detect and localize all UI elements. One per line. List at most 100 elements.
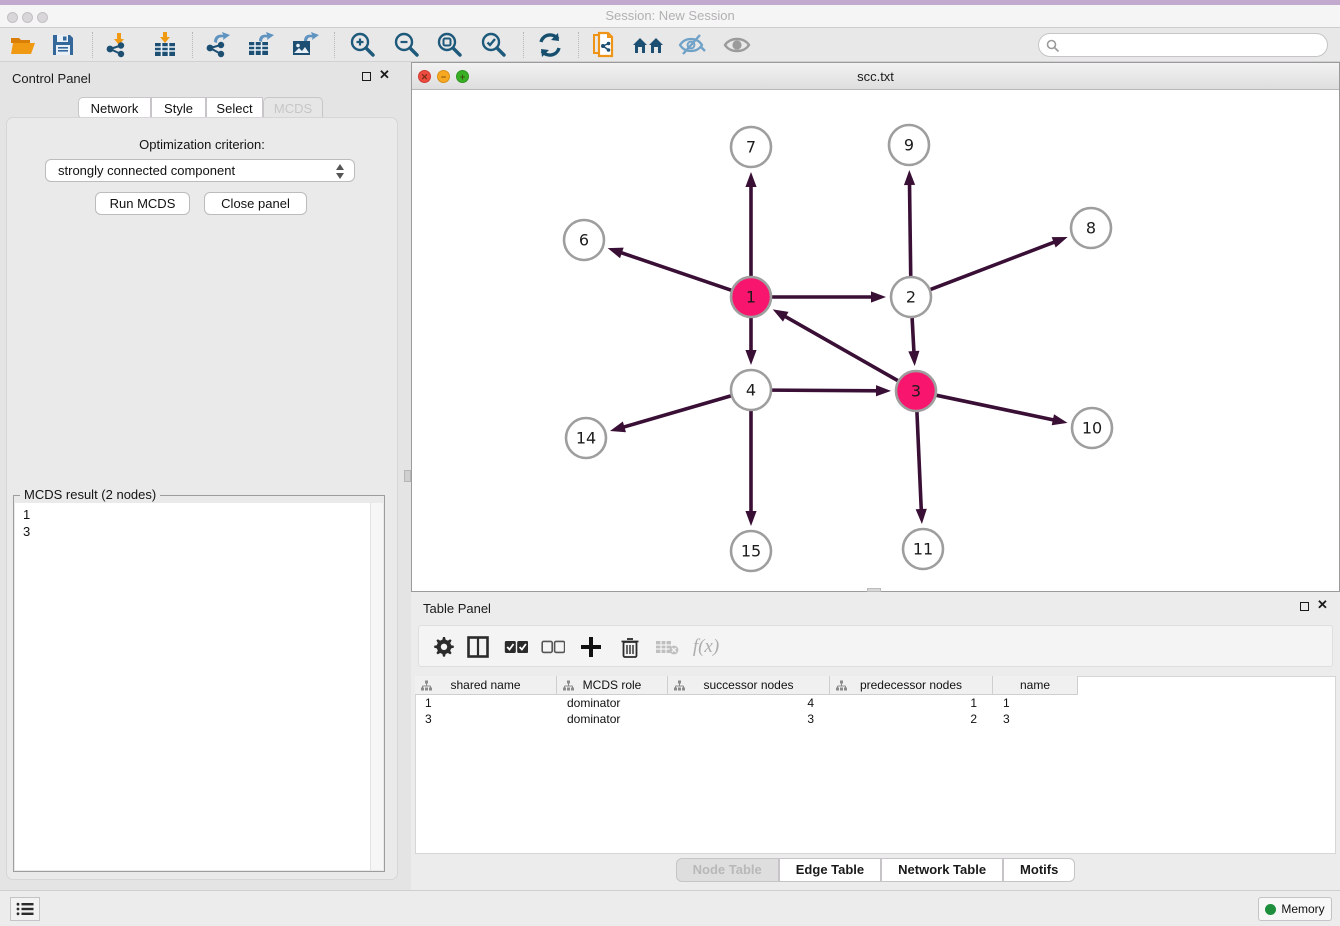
zoom-fit-button[interactable] (432, 31, 466, 59)
mcds-panel: Optimization criterion: strongly connect… (6, 117, 398, 880)
memory-label: Memory (1281, 902, 1324, 916)
tab-motifs[interactable]: Motifs (1003, 858, 1075, 882)
cell-successor-nodes[interactable]: 4 (668, 695, 830, 711)
tab-style[interactable]: Style (151, 97, 206, 119)
mcds-result-item[interactable]: 3 (15, 523, 383, 540)
zoom-selected-button[interactable] (476, 31, 510, 59)
divider-grip[interactable] (404, 470, 411, 482)
edge-1-6[interactable] (618, 252, 731, 291)
column-header-name[interactable]: name (993, 676, 1078, 695)
tab-select[interactable]: Select (206, 97, 263, 119)
apply-layout-icon (537, 32, 563, 58)
float-table-panel-icon[interactable] (1300, 602, 1309, 611)
node-label-6: 6 (579, 231, 589, 250)
edge-arrowhead (908, 351, 919, 366)
column-header-label: name (1020, 678, 1050, 692)
column-header-predecessor-nodes[interactable]: predecessor nodes (830, 676, 993, 695)
export-image-button[interactable] (288, 31, 322, 59)
tab-network-table[interactable]: Network Table (881, 858, 1003, 882)
export-network-button[interactable] (201, 31, 235, 59)
zoom-in-button[interactable] (345, 31, 379, 59)
memory-button[interactable]: Memory (1258, 897, 1332, 921)
shared-column-icon (674, 680, 685, 691)
clone-network-button[interactable] (588, 31, 622, 59)
table-row[interactable]: 3dominator323 (415, 711, 1078, 727)
zoom-out-button[interactable] (389, 31, 423, 59)
gear-icon (434, 637, 454, 657)
result-scrollbar[interactable] (370, 503, 383, 870)
show-all-button[interactable] (720, 31, 754, 59)
column-header-MCDS-role[interactable]: MCDS role (557, 676, 668, 695)
add-row-button[interactable] (576, 633, 606, 661)
save-session-icon (51, 33, 75, 57)
cell-MCDS-role[interactable]: dominator (557, 695, 668, 711)
close-panel-icon[interactable]: ✕ (379, 67, 390, 83)
column-header-shared-name[interactable]: shared name (415, 676, 557, 695)
export-table-button[interactable] (244, 31, 278, 59)
node-label-15: 15 (741, 542, 761, 561)
table-row[interactable]: 1dominator411 (415, 695, 1078, 711)
select-all-rows-button[interactable] (501, 633, 531, 661)
network-window-titlebar[interactable]: ✕ − + scc.txt (412, 63, 1339, 90)
node-label-9: 9 (904, 136, 914, 155)
close-table-panel-icon[interactable]: ✕ (1317, 597, 1328, 613)
mcds-result-item[interactable]: 1 (15, 503, 383, 523)
edge-2-3[interactable] (912, 318, 914, 355)
import-table-button[interactable] (148, 31, 182, 59)
cell-predecessor-nodes[interactable]: 2 (830, 711, 993, 727)
import-network-button[interactable] (101, 31, 135, 59)
deselect-all-rows-button[interactable] (538, 633, 568, 661)
zoom-selected-icon (480, 32, 506, 58)
cell-successor-nodes[interactable]: 3 (668, 711, 830, 727)
column-header-successor-nodes[interactable]: successor nodes (668, 676, 830, 695)
cell-shared-name[interactable]: 3 (415, 711, 557, 727)
node-label-8: 8 (1086, 219, 1096, 238)
delete-table-button (652, 633, 682, 661)
edge-arrowhead (773, 309, 789, 321)
mcds-result-list[interactable]: 13 (15, 503, 383, 870)
show-columns-button[interactable] (463, 633, 493, 661)
close-panel-button[interactable]: Close panel (204, 192, 307, 215)
save-session-button[interactable] (46, 31, 80, 59)
edge-4-3[interactable] (772, 390, 880, 391)
task-history-button[interactable] (10, 897, 40, 921)
control-panel-tabs: NetworkStyleSelectMCDS (0, 97, 404, 119)
cell-MCDS-role[interactable]: dominator (557, 711, 668, 727)
edge-4-14[interactable] (621, 396, 731, 428)
chevron-updown-icon (335, 163, 346, 179)
open-session-button[interactable] (6, 31, 40, 59)
table-settings-gear-button[interactable] (429, 633, 459, 661)
network-graph-canvas[interactable]: 7968124314101511 (412, 90, 1339, 591)
cell-shared-name[interactable]: 1 (415, 695, 557, 711)
table-panel-title: Table Panel (423, 601, 491, 616)
cell-name[interactable]: 1 (993, 695, 1078, 711)
toolbar-separator (578, 32, 579, 58)
node-label-11: 11 (913, 540, 933, 559)
cell-name[interactable]: 3 (993, 711, 1078, 727)
delete-table-icon (655, 639, 679, 655)
tab-network[interactable]: Network (78, 97, 151, 119)
edge-3-11[interactable] (917, 412, 921, 513)
export-network-icon (204, 32, 232, 58)
hide-selected-button[interactable] (675, 31, 709, 59)
node-label-7: 7 (746, 138, 756, 157)
optimization-criterion-select[interactable]: strongly connected component (45, 159, 355, 182)
run-mcds-button[interactable]: Run MCDS (95, 192, 190, 215)
apply-layout-button[interactable] (533, 31, 567, 59)
search-input[interactable] (1038, 33, 1328, 57)
show-all-icon (722, 34, 752, 56)
delete-rows-button[interactable] (615, 633, 645, 661)
edge-3-10[interactable] (937, 395, 1057, 420)
panel-divider[interactable] (404, 62, 411, 890)
tab-mcds[interactable]: MCDS (263, 97, 323, 119)
first-neighbors-button[interactable] (631, 31, 665, 59)
float-panel-icon[interactable] (362, 72, 371, 81)
edge-2-8[interactable] (931, 241, 1058, 290)
tab-node-table[interactable]: Node Table (676, 858, 779, 882)
edge-arrowhead (1052, 237, 1068, 248)
cell-predecessor-nodes[interactable]: 1 (830, 695, 993, 711)
edge-2-9[interactable] (909, 181, 910, 276)
zoom-fit-icon (436, 32, 462, 58)
tab-edge-table[interactable]: Edge Table (779, 858, 881, 882)
edge-3-1[interactable] (782, 315, 897, 381)
